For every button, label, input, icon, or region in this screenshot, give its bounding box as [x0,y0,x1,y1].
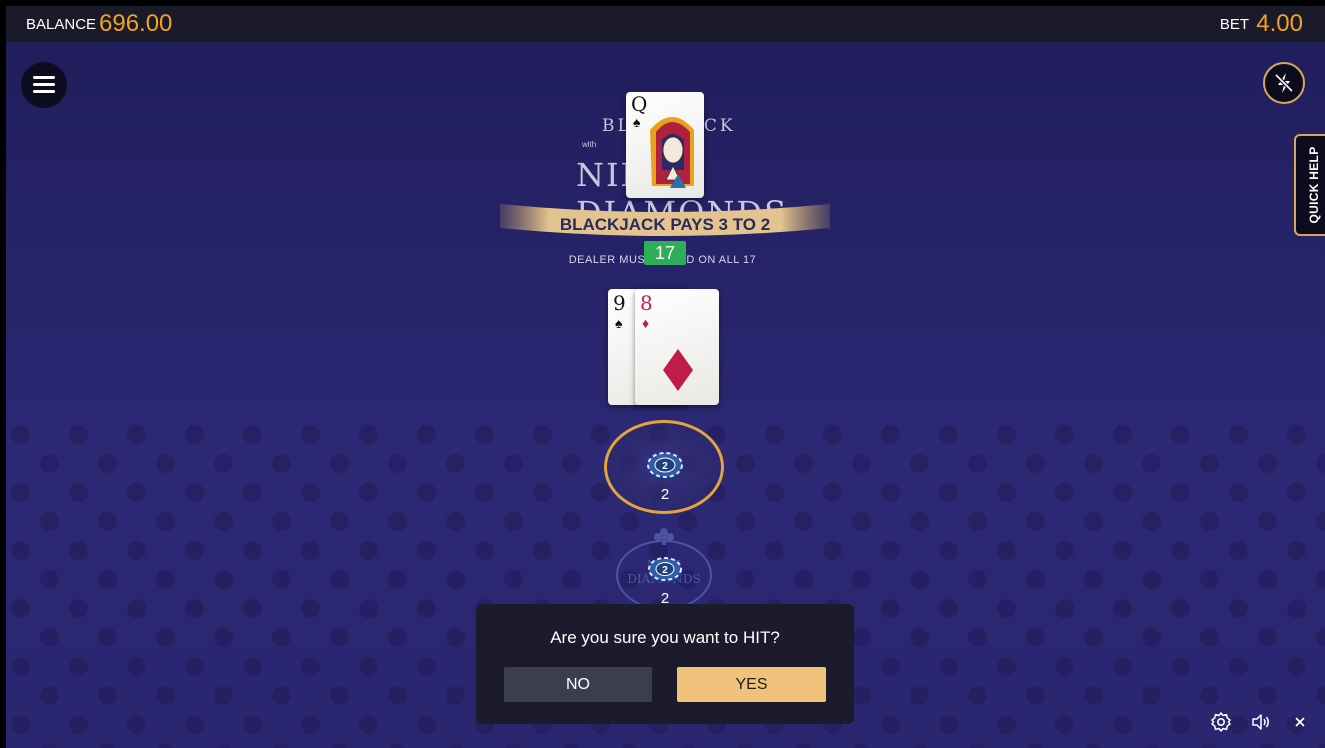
turbo-lightning-icon [1274,73,1294,93]
hit-confirm-dialog: Are you sure you want to HIT? NO YES [476,604,854,724]
bet-label: BET [1219,16,1249,33]
balance-value: 696.00 [99,10,173,37]
card-suit: ♠ [615,315,623,331]
card-rank: 8 [640,291,653,315]
yes-button[interactable]: YES [677,667,826,702]
banner-text: BLACKJACK PAYS 3 TO 2 [560,215,770,234]
balance-label: BALANCE [26,16,97,33]
settings-icon[interactable] [1209,710,1233,734]
top-bar: BALANCE 696.00 BET 4.00 [6,6,1325,42]
quick-help-tab[interactable]: QUICK HELP [1294,134,1325,236]
menu-icon-line [33,83,55,86]
player-score-badge: 17 [644,241,686,265]
card-suit: ♦ [642,315,650,331]
chip-icon: 2 [647,452,683,480]
card-suit: ♠ [633,114,641,130]
main-bet-spot[interactable]: 2 2 [604,420,724,514]
queen-face-icon [650,117,694,188]
close-icon[interactable] [1288,710,1312,734]
menu-icon-line [33,90,55,93]
menu-icon [33,76,55,79]
card-rank: 9 [613,291,626,315]
diamond-pip-icon [663,349,693,391]
dialog-question: Are you sure you want to HIT? [550,628,780,647]
bet-value: 4.00 [1256,10,1303,37]
side-bet-spot[interactable]: NINE DIAMONDS 2 2 [616,540,712,610]
chip-value: 2 [662,461,668,472]
logo-with: with [582,140,597,149]
chip-value: 2 [662,565,668,576]
turbo-button[interactable] [1263,62,1305,104]
chip-icon: 2 [648,557,682,583]
dealer-card: Q ♠ [626,92,704,198]
sound-icon[interactable] [1249,710,1273,734]
player-card-2: 8 ♦ [635,289,719,405]
main-bet-amount: 2 [660,486,670,503]
quick-help-label: QUICK HELP [1307,146,1321,224]
menu-button[interactable] [21,62,67,108]
no-button[interactable]: NO [504,667,652,702]
